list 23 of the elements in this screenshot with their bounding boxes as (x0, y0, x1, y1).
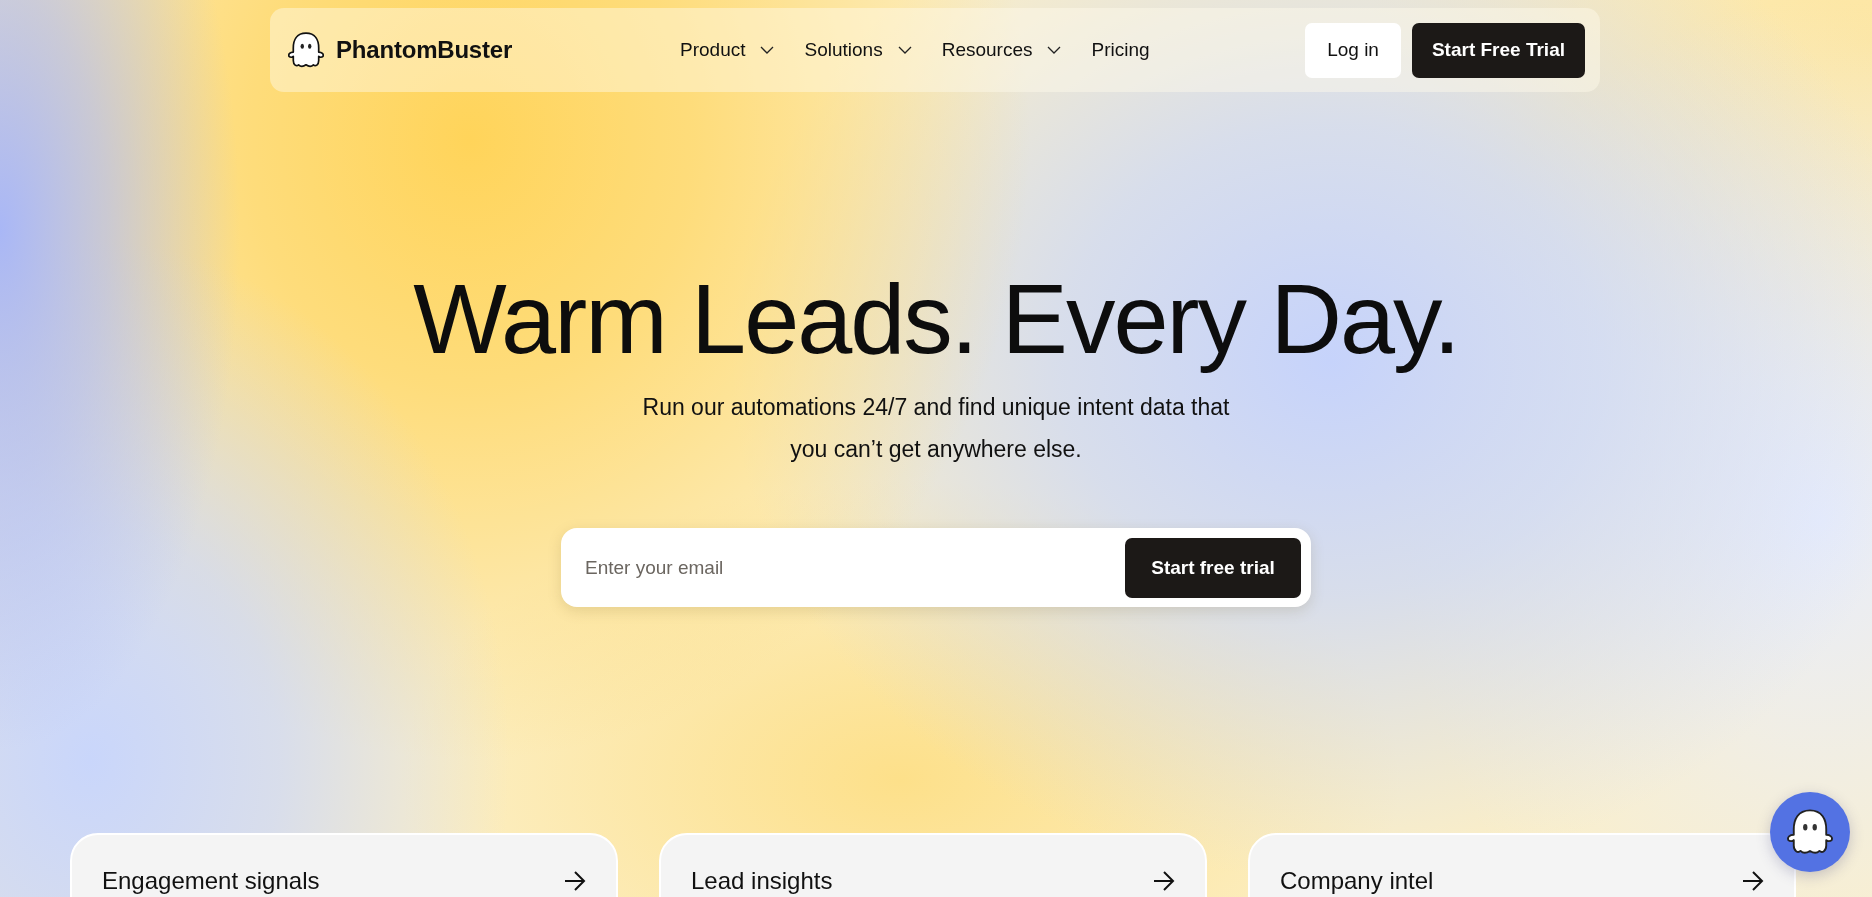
feature-card[interactable]: Lead insights (659, 833, 1207, 897)
nav-link[interactable]: Product (680, 39, 775, 61)
brand-name[interactable]: PhantomBuster (336, 36, 513, 64)
chat-button[interactable] (1770, 792, 1850, 872)
feature-card[interactable]: Company intel (1248, 833, 1796, 897)
nav-link[interactable]: Pricing (1091, 39, 1150, 61)
arrow-right-icon (1742, 871, 1764, 891)
ghost-icon (1787, 809, 1833, 855)
nav-link[interactable]: Resources (941, 39, 1062, 61)
start-trial-button[interactable]: Start free trial (1125, 537, 1301, 598)
email-field[interactable]: Enter your email Start free trial (561, 528, 1311, 607)
nav-link[interactable]: Solutions (804, 39, 912, 61)
card-title: Company intel (1280, 866, 1434, 896)
login-button[interactable]: Log in (1305, 22, 1401, 78)
start-trial-button[interactable]: Start Free Trial (1411, 22, 1585, 78)
arrow-right-icon (1153, 871, 1175, 891)
hero-title: Warm Leads. Every Day. (413, 264, 1459, 374)
feature-card[interactable]: Engagement signals (70, 833, 618, 897)
arrow-right-icon (564, 871, 586, 891)
hero-subtitle: Run our automations 24/7 and find unique intent data that you can’t get anywhere else. (641, 393, 1231, 464)
ghost-logo-icon[interactable] (288, 32, 324, 68)
card-title: Lead insights (691, 866, 833, 896)
card-title: Engagement signals (102, 866, 320, 896)
